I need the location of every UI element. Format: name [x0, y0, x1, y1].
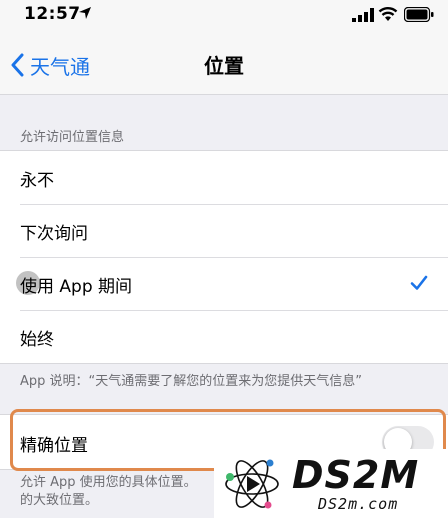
app-usage-description: App 说明：“天气通需要了解您的位置来为您提供天气信息” — [20, 374, 362, 389]
cellular-signal-icon — [352, 8, 374, 22]
option-label: 永不 — [20, 171, 54, 191]
watermark-url: DS2m.com — [318, 495, 399, 513]
option-always[interactable]: 始终 — [0, 310, 448, 363]
location-access-options: 永不 下次询问 使用 App 期间 始终 — [0, 150, 448, 364]
wifi-icon — [378, 7, 398, 21]
watermark-brand: DS2M — [292, 453, 420, 497]
status-bar: 12:57 — [0, 0, 448, 30]
description-line: 的大致位置。 — [20, 493, 99, 508]
checkmark-icon — [410, 275, 428, 290]
option-label: 下次询问 — [20, 224, 88, 244]
battery-icon — [404, 7, 434, 22]
section-header: 允许访问位置信息 — [20, 130, 125, 145]
status-time: 12:57 — [24, 4, 81, 24]
watermark: DS2M DS2m.com — [214, 449, 448, 518]
page-title: 位置 — [204, 54, 244, 78]
precise-location-description: 允许 App 使用您的具体位置。 的大致位置。 — [20, 474, 240, 510]
navigation-bar: 天气通 位置 — [0, 30, 448, 95]
option-label: 始终 — [20, 330, 54, 350]
option-while-using-app[interactable]: 使用 App 期间 — [0, 257, 448, 310]
description-line: 允许 App 使用您的具体位置。 — [20, 475, 197, 490]
atom-logo-icon — [225, 459, 279, 509]
option-label: 使用 App 期间 — [20, 277, 133, 297]
option-never[interactable]: 永不 — [0, 151, 448, 204]
option-ask-next-time[interactable]: 下次询问 — [0, 204, 448, 257]
location-arrow-icon — [79, 7, 91, 19]
